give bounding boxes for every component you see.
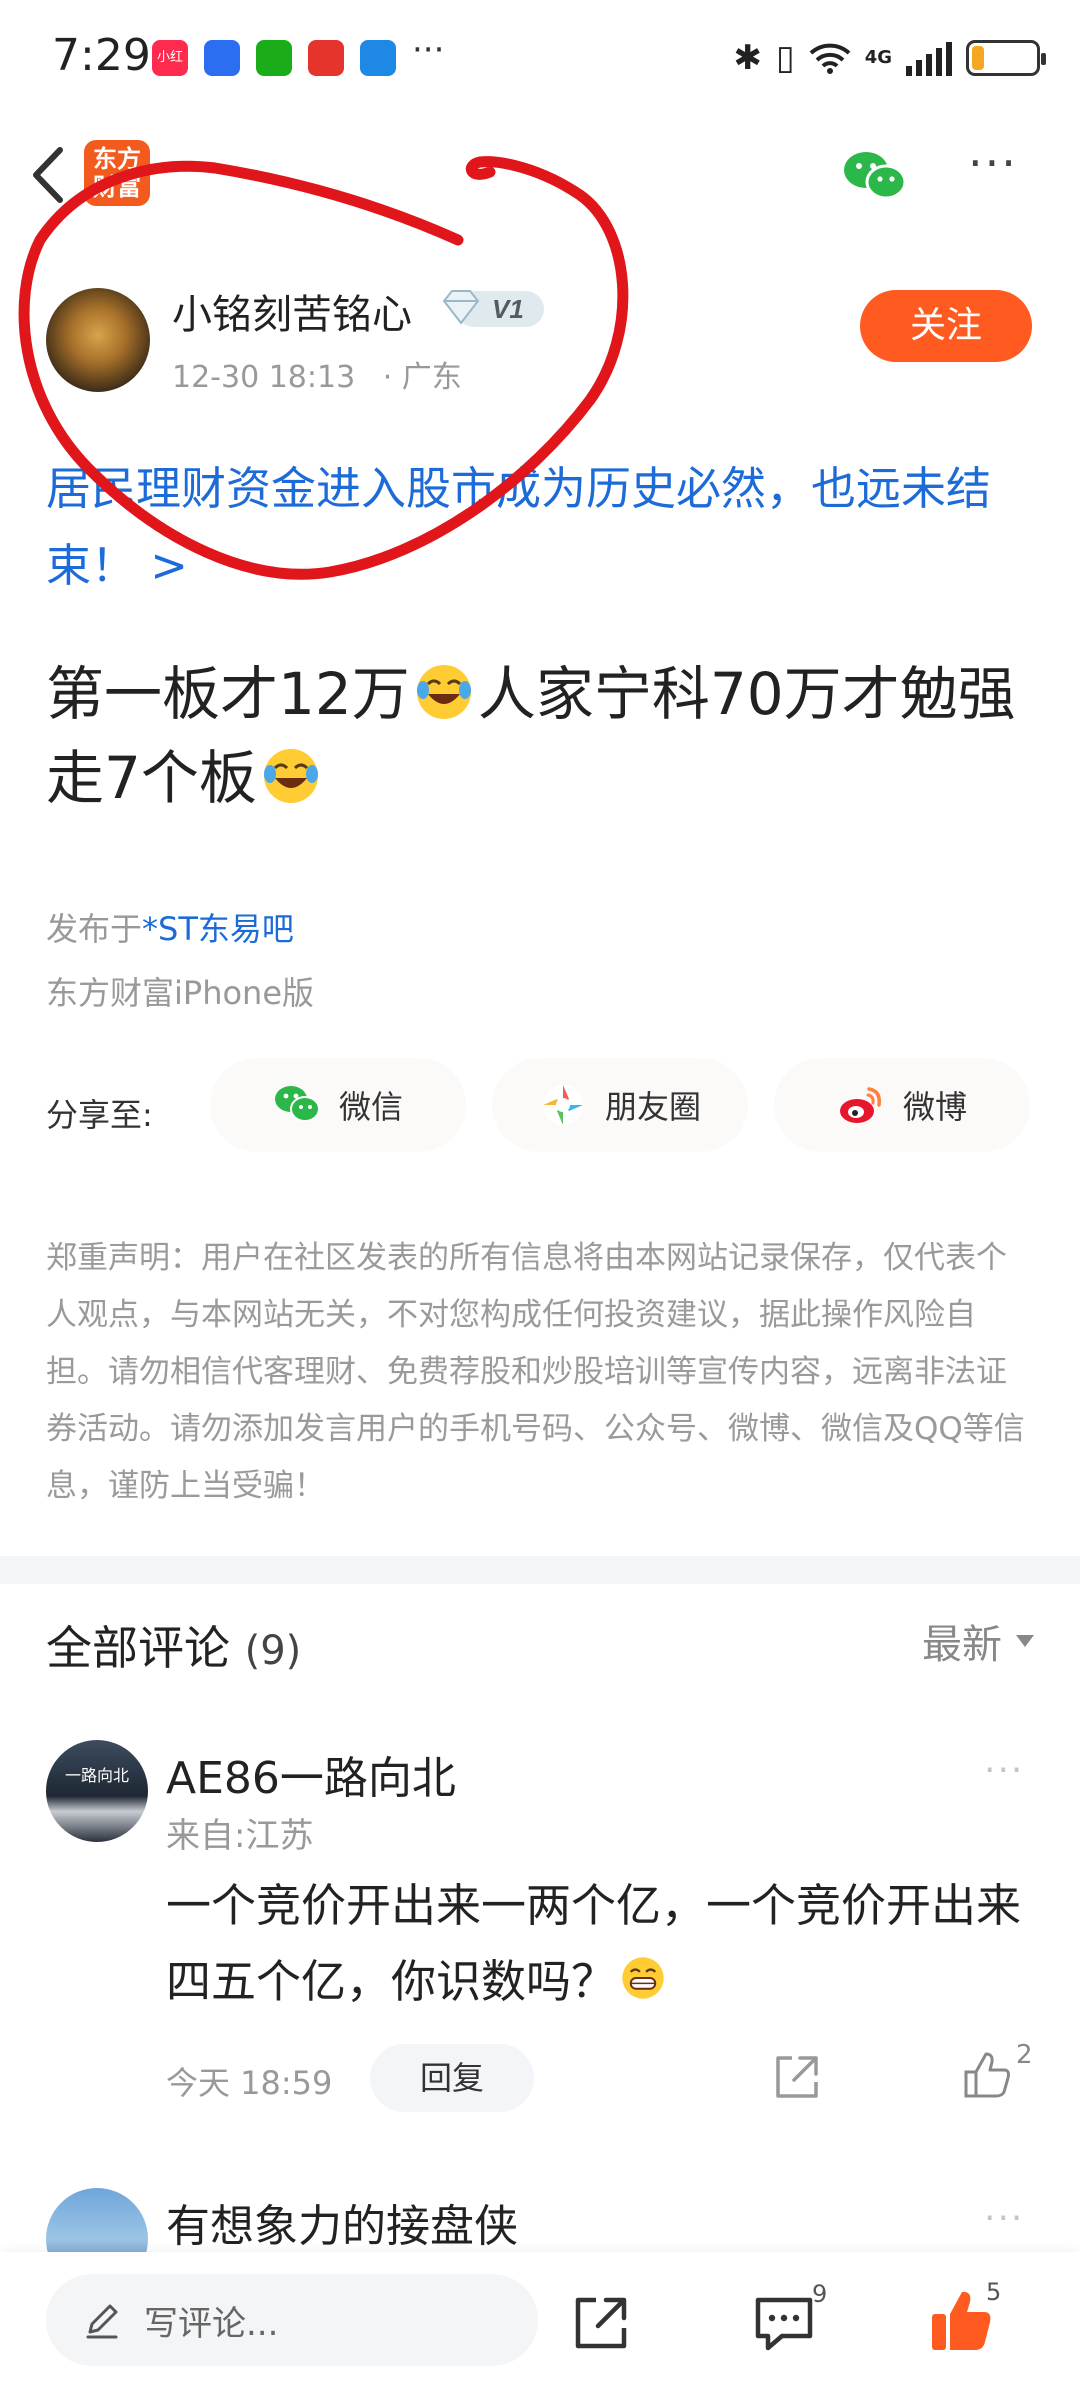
comment-icon[interactable]: [752, 2292, 816, 2354]
level-badge: V1: [442, 290, 544, 327]
status-more-icon: ···: [412, 30, 445, 70]
share-wechat-label: 微信: [338, 1088, 403, 1126]
avatar-text: 一路向北: [64, 1766, 129, 1785]
comment-more-icon[interactable]: ···: [984, 1750, 1024, 1791]
post-time: 12-30 18:13: [172, 360, 356, 395]
comment-text-body: 一个竞价开出来一两个亿，一个竞价开出来四五个亿，你识数吗？: [166, 1879, 1022, 2008]
weibo-icon: [839, 1087, 882, 1123]
comment-avatar[interactable]: 一路向北: [46, 1740, 148, 1842]
post-location: · 广东: [382, 360, 462, 395]
comment-count: 9: [812, 2280, 828, 2308]
comment-share-icon[interactable]: [772, 2052, 822, 2102]
sort-dropdown[interactable]: 最新: [922, 1612, 1034, 1670]
app-logo: 东方财富: [84, 140, 150, 206]
share-wechat-button[interactable]: 微信: [210, 1058, 466, 1152]
bluetooth-icon: ✱: [733, 38, 762, 78]
post-title: 第一板才12万 人家宁科70万才勉强走7个板: [46, 652, 1036, 820]
more-menu-icon[interactable]: ···: [968, 136, 1018, 190]
battery-icon: [966, 40, 1046, 76]
laughing-crying-emoji-icon: [263, 749, 318, 803]
comments-title: 全部评论 (9): [46, 1612, 301, 1678]
app-icon: [204, 40, 240, 76]
section-divider: [0, 1556, 1080, 1584]
comment-like-icon[interactable]: [960, 2048, 1014, 2102]
network-type: 4G: [864, 47, 892, 68]
author-name[interactable]: 小铭刻苦铭心: [172, 282, 412, 340]
laughing-crying-emoji-icon: [416, 665, 471, 719]
comment-author-name[interactable]: 有想象力的接盘侠: [166, 2190, 518, 2254]
share-icon[interactable]: [570, 2292, 632, 2354]
xiaohongshu-icon: 小红书: [152, 40, 188, 101]
write-comment-placeholder: 写评论...: [144, 2303, 279, 2344]
disclaimer: 郑重声明：用户在社区发表的所有信息将由本网站记录保存，仅代表个人观点，与本网站无…: [46, 1240, 1025, 1504]
comment-more-icon[interactable]: ···: [984, 2198, 1024, 2239]
status-bar: 7:29 小红书 ··· ✱ ▯ 4G: [0, 0, 1080, 110]
wechat-icon: [274, 1086, 320, 1122]
share-moments-button[interactable]: 朋友圈: [492, 1058, 748, 1152]
comments-count: (9): [244, 1628, 302, 1674]
like-icon[interactable]: [928, 2286, 994, 2354]
forum-link[interactable]: *ST东易吧: [142, 910, 294, 948]
author-meta: 12-30 18:13 · 广东: [172, 352, 462, 396]
share-weibo-label: 微博: [902, 1088, 967, 1126]
post-client: 东方财富iPhone版: [46, 974, 315, 1012]
published-prefix: 发布于: [46, 910, 143, 948]
level-label: V1: [492, 294, 524, 324]
comment-author-name[interactable]: AE86一路向北: [166, 1742, 456, 1806]
wechat-icon: [256, 40, 292, 76]
vibrate-icon: ▯: [775, 38, 795, 78]
wechat-share-icon[interactable]: [842, 148, 906, 204]
comment-text: 一个竞价开出来一两个亿，一个竞价开出来四五个亿，你识数吗？: [166, 1868, 1036, 2020]
share-label: 分享至:: [46, 1096, 153, 1134]
battery-level: [972, 46, 985, 70]
wifi-icon: [809, 43, 851, 74]
pencil-icon: [86, 2304, 118, 2339]
topic-link[interactable]: 居民理财资金进入股市成为历史必然，也远未结束！ >: [46, 450, 1036, 604]
comments-title-label: 全部评论: [46, 1621, 230, 1675]
published-in: 发布于*ST东易吧: [46, 904, 294, 950]
reply-button[interactable]: 回复: [370, 2044, 534, 2112]
browser-icon: [360, 40, 396, 76]
status-right: ✱ ▯ 4G: [733, 36, 1046, 80]
comment-time: 今天 18:59: [166, 2064, 333, 2102]
sort-label: 最新: [922, 1622, 1002, 1668]
post-title-part1: 第一板才12万: [46, 660, 410, 728]
comment-location: 来自:江苏: [166, 1816, 314, 1856]
share-moments-label: 朋友圈: [604, 1088, 701, 1126]
signal-icon: [906, 40, 952, 76]
top-nav: 东方财富 ···: [0, 110, 1080, 240]
caret-down-icon: [1016, 1635, 1034, 1647]
status-time: 7:29: [52, 30, 151, 81]
follow-button[interactable]: 关注: [860, 290, 1032, 362]
grinning-emoji-icon: [622, 1957, 664, 1999]
share-weibo-button[interactable]: 微博: [774, 1058, 1030, 1152]
write-comment-input[interactable]: 写评论...: [46, 2274, 538, 2366]
back-icon[interactable]: [20, 140, 80, 210]
moments-icon: [542, 1085, 583, 1125]
netease-icon: [308, 40, 344, 76]
like-count: 5: [986, 2278, 1002, 2306]
comment-like-count: 2: [1016, 2040, 1033, 2070]
author-avatar[interactable]: [46, 288, 150, 392]
bottom-action-bar: 写评论... 9 5: [0, 2252, 1080, 2388]
